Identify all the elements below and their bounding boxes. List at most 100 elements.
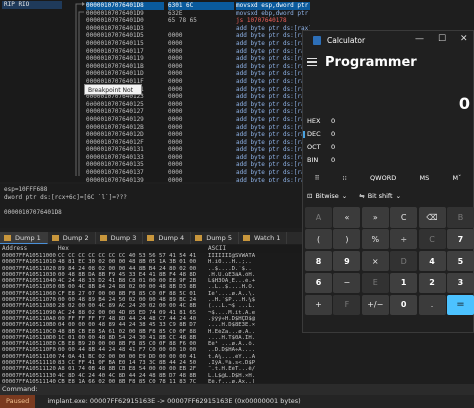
calc-key[interactable]: » xyxy=(361,207,389,228)
tab-dump-6[interactable]: Watch 1 xyxy=(239,232,288,244)
disasm-address[interactable]: 0000010707640115 xyxy=(86,40,164,48)
calc-key[interactable]: 7 xyxy=(446,228,474,250)
disasm-instruction[interactable]: add byte ptr ds:[rax],al xyxy=(236,32,310,40)
disasm-instruction[interactable]: add byte ptr ds:[rax],al xyxy=(236,101,310,109)
calc-key[interactable]: D xyxy=(390,250,418,272)
disasm-instruction[interactable]: add byte ptr ds:[rax],al xyxy=(236,154,310,162)
disasm-bytes[interactable]: 0000 xyxy=(168,169,234,177)
close-button[interactable]: ✕ xyxy=(460,34,468,44)
disasm-address[interactable]: 000001070764012B xyxy=(86,124,164,132)
dump-pane[interactable]: 00007FFA10511000 CC CC CC CC CC CC CC 40 … xyxy=(0,253,310,383)
disasm-bytes[interactable]: 0000 xyxy=(168,124,234,132)
calc-key[interactable]: − xyxy=(333,272,361,294)
calc-key[interactable]: C xyxy=(418,228,446,250)
bitshift-dropdown[interactable]: Bit shift xyxy=(368,192,393,200)
calc-key[interactable]: E xyxy=(361,272,389,294)
calc-key[interactable]: B xyxy=(446,207,474,228)
calc-key[interactable]: ⌫ xyxy=(418,207,446,228)
calc-key[interactable]: A xyxy=(305,207,332,228)
calc-key[interactable]: 2 xyxy=(418,272,446,294)
disasm-instruction[interactable]: movsxd ebp,dword ptr ds:[rsi] xyxy=(236,10,310,18)
calc-key[interactable]: = xyxy=(446,294,474,316)
disasm-instruction[interactable]: add byte ptr ds:[rax],al xyxy=(236,78,310,86)
disasm-instruction[interactable]: add byte ptr ds:[rax],al xyxy=(236,25,310,33)
calc-key[interactable]: F xyxy=(333,294,361,316)
disasm-bytes[interactable]: 0000 xyxy=(168,55,234,63)
dump-row[interactable]: 00007FFA10511140 CB E8 1A 66 02 00 8B F8 … xyxy=(0,379,310,383)
disasm-instruction[interactable]: add byte ptr ds:[rax],al xyxy=(236,177,310,182)
bit-toggle-icon[interactable]: ⁝⁝ xyxy=(343,174,347,182)
disasm-bytes[interactable]: 0000 xyxy=(168,146,234,154)
calc-key[interactable]: 9 xyxy=(333,250,361,272)
disasm-address[interactable]: 000001070764012F xyxy=(86,139,164,147)
disasm-bytes[interactable]: 65 78 65 xyxy=(168,17,234,25)
disasm-address[interactable]: 00000107076401D0 xyxy=(86,17,164,25)
disasm-bytes[interactable]: 0000 xyxy=(168,101,234,109)
tab-dump-2[interactable]: Dump 2 xyxy=(48,232,96,244)
calc-key[interactable]: ) xyxy=(333,228,361,250)
keypad-icon[interactable]: ⠿ xyxy=(315,174,320,182)
disasm-bytes[interactable]: 0000 xyxy=(168,116,234,124)
tab-dump-3[interactable]: Dump 3 xyxy=(96,232,144,244)
disasm-address[interactable]: 0000010707640129 xyxy=(86,116,164,124)
disasm-bytes[interactable]: 6301 6C xyxy=(168,2,234,10)
calc-key[interactable]: 4 xyxy=(418,250,446,272)
disasm-address[interactable]: 0000010707640127 xyxy=(86,108,164,116)
disasm-bytes[interactable]: 0000 xyxy=(168,161,234,169)
disasm-bytes[interactable]: 0000 xyxy=(168,108,234,116)
calc-key[interactable]: 6 xyxy=(305,272,332,294)
disasm-address[interactable]: 0000010707640133 xyxy=(86,154,164,162)
menu-icon[interactable] xyxy=(307,56,317,68)
calc-key[interactable]: + xyxy=(305,294,332,316)
disasm-instruction[interactable]: add byte ptr ds:[rax],al xyxy=(236,169,310,177)
maximize-button[interactable]: ☐ xyxy=(438,34,446,44)
disasm-address[interactable]: 000001070764012D xyxy=(86,131,164,139)
disasm-instruction[interactable]: add byte ptr ds:[rax],al xyxy=(236,161,310,169)
disasm-bytes[interactable]: 0000 xyxy=(168,86,234,94)
disasm-instruction[interactable]: add byte ptr ds:[rax],al xyxy=(236,48,310,56)
calc-key[interactable]: ÷ xyxy=(390,228,418,250)
disasm-instruction[interactable]: add byte ptr ds:[rax],al xyxy=(236,55,310,63)
disasm-instruction[interactable]: add byte ptr ds:[rax],al xyxy=(236,131,310,139)
disasm-bytes[interactable]: 0000 xyxy=(168,70,234,78)
disasm-instruction[interactable]: add byte ptr ds:[rax],al xyxy=(236,124,310,132)
disasm-address[interactable]: 0000010707640139 xyxy=(86,177,164,182)
tab-dump-4[interactable]: Dump 4 xyxy=(143,232,192,244)
disasm-address[interactable]: 00000107076401D9 xyxy=(86,10,164,18)
disasm-bytes[interactable] xyxy=(168,25,234,33)
disasm-instruction[interactable]: add byte ptr ds:[rax],al xyxy=(236,86,310,94)
disasm-instruction[interactable]: add byte ptr ds:[rax],al xyxy=(236,93,310,101)
disasm-bytes[interactable]: 0000 xyxy=(168,78,234,86)
tab-dump-5[interactable]: Dump 5 xyxy=(191,232,239,244)
disasm-address[interactable]: 00000107076401D5 xyxy=(86,32,164,40)
calc-key[interactable]: % xyxy=(361,228,389,250)
disasm-instruction[interactable]: movsxd esp,dword ptr ds:[rcx+6C] xyxy=(236,2,310,10)
disasm-address[interactable]: 000001070764011D xyxy=(86,70,164,78)
memory-list-button[interactable]: Mˇ xyxy=(452,174,461,182)
calc-key[interactable]: ( xyxy=(305,228,332,250)
disasm-instruction[interactable]: add byte ptr ds:[rax],al xyxy=(236,116,310,124)
disasm-address[interactable]: 00000107076401D8 xyxy=(86,2,164,10)
calc-key[interactable]: « xyxy=(333,207,361,228)
base-oct[interactable]: OCT 0 xyxy=(303,141,473,154)
disasm-address[interactable]: 0000010707640131 xyxy=(86,146,164,154)
calc-key[interactable]: 5 xyxy=(446,250,474,272)
disasm-instruction[interactable]: js 10707640178 xyxy=(236,17,310,25)
disasm-instruction[interactable]: add byte ptr ds:[rax],al xyxy=(236,40,310,48)
calc-key[interactable]: × xyxy=(361,250,389,272)
disasm-address[interactable]: 00000107076401D3 xyxy=(86,25,164,33)
disasm-address[interactable]: 0000010707640117 xyxy=(86,48,164,56)
calculator-titlebar[interactable]: Calculator — ☐ ✕ xyxy=(303,31,473,49)
calc-key[interactable]: 0 xyxy=(390,294,418,316)
disasm-bytes[interactable]: 0000 xyxy=(168,40,234,48)
calc-key[interactable]: +/− xyxy=(361,294,389,316)
disasm-bytes[interactable]: 0000 xyxy=(168,32,234,40)
calc-key[interactable]: C xyxy=(390,207,418,228)
memory-store-button[interactable]: MS xyxy=(419,174,429,182)
disasm-instruction[interactable]: add byte ptr ds:[rax],al xyxy=(236,63,310,71)
calc-key[interactable]: 8 xyxy=(305,250,332,272)
calc-key[interactable]: 1 xyxy=(390,272,418,294)
tab-dump-1[interactable]: Dump 1 xyxy=(0,232,48,244)
disasm-instruction[interactable]: add byte ptr ds:[rax],al xyxy=(236,70,310,78)
word-size-button[interactable]: QWORD xyxy=(370,174,396,182)
